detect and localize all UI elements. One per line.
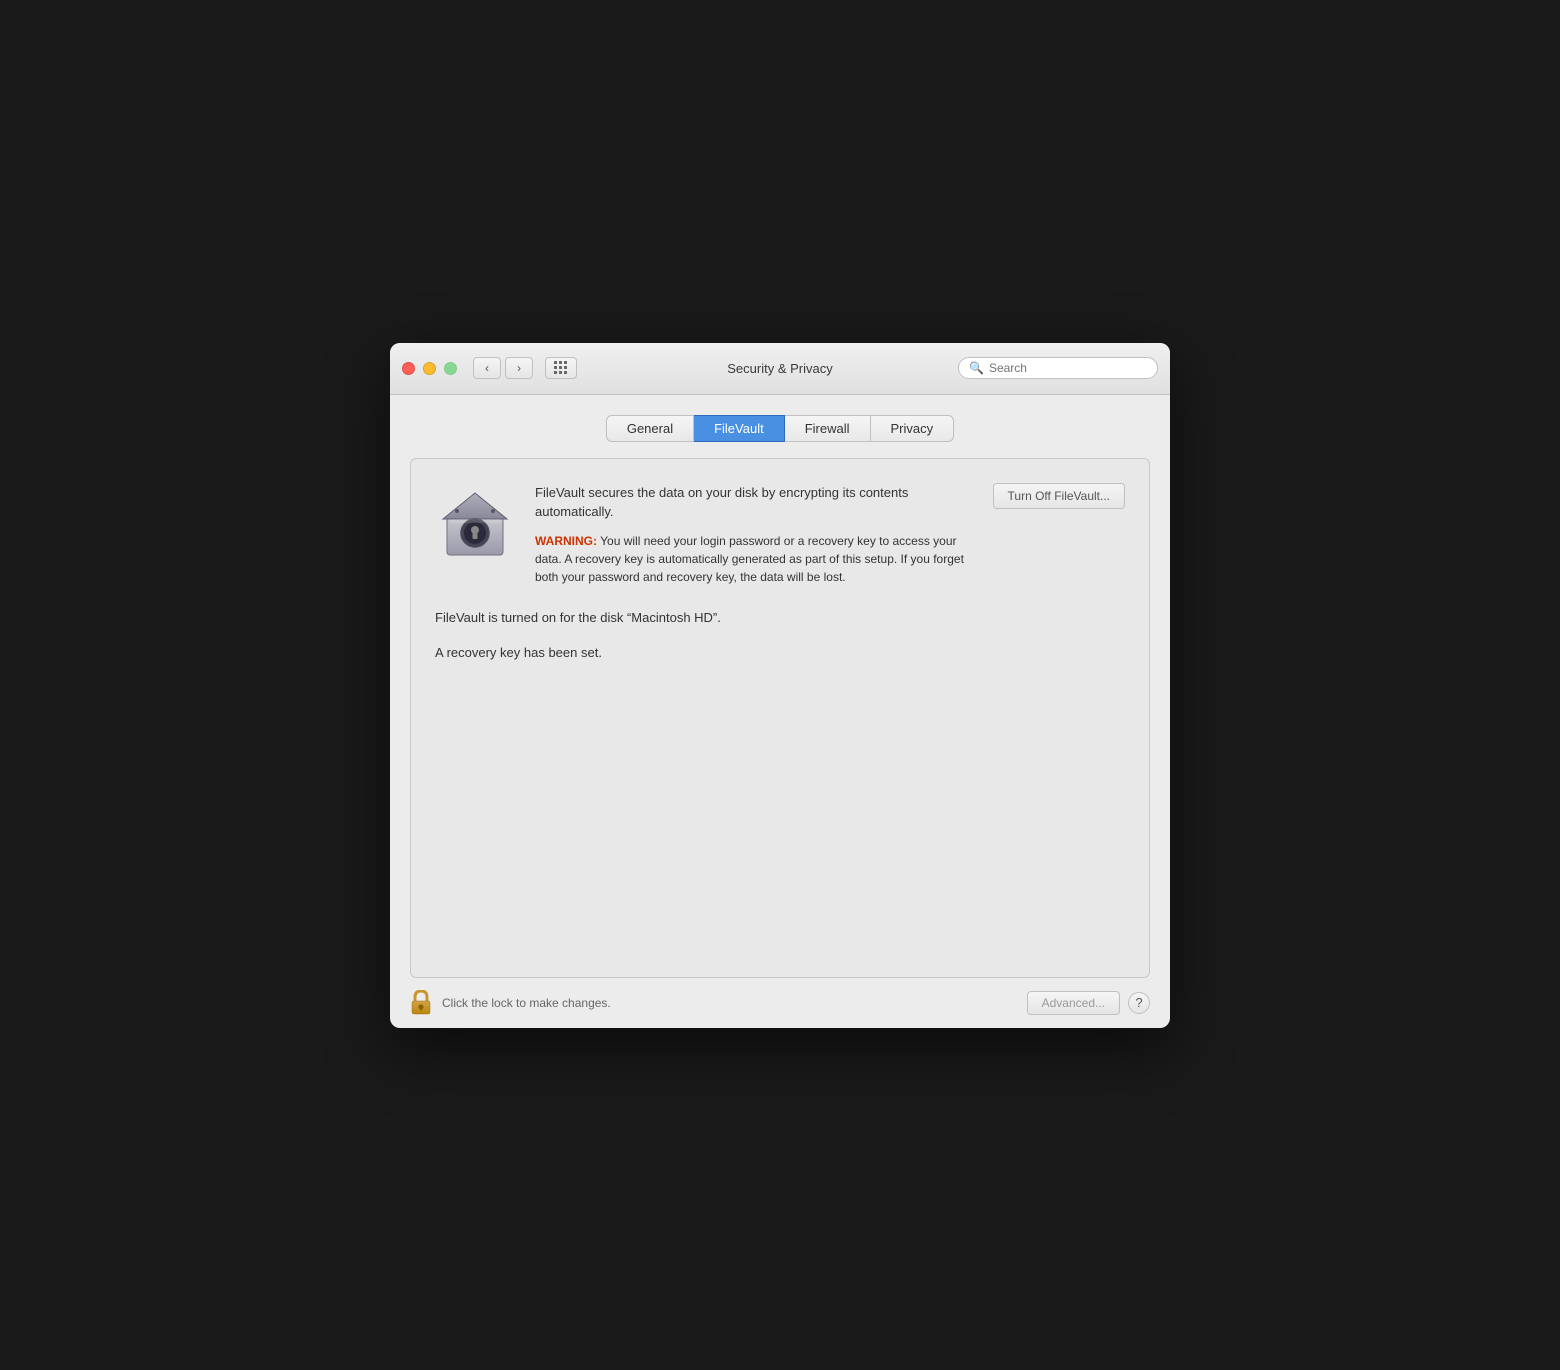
tab-firewall[interactable]: Firewall (785, 415, 871, 442)
bottom-right-controls: Advanced... ? (1027, 991, 1150, 1015)
show-all-button[interactable] (545, 357, 577, 379)
forward-icon: › (517, 361, 521, 375)
filevault-header: FileVault secures the data on your disk … (435, 483, 1125, 586)
maximize-button[interactable] (444, 362, 457, 375)
grid-icon (554, 361, 568, 375)
window-title: Security & Privacy (727, 361, 832, 376)
close-button[interactable] (402, 362, 415, 375)
filevault-disk-status: FileVault is turned on for the disk “Mac… (435, 610, 1125, 625)
search-box[interactable]: 🔍 (958, 357, 1158, 379)
titlebar: ‹ › Security & Privacy 🔍 (390, 343, 1170, 395)
nav-buttons: ‹ › (473, 357, 533, 379)
system-preferences-window: ‹ › Security & Privacy 🔍 General FileVau… (390, 343, 1170, 1028)
minimize-button[interactable] (423, 362, 436, 375)
turn-off-filevault-button[interactable]: Turn Off FileVault... (993, 483, 1125, 509)
help-button[interactable]: ? (1128, 992, 1150, 1014)
tab-privacy[interactable]: Privacy (871, 415, 955, 442)
filevault-icon (435, 483, 515, 563)
header-text-area: FileVault secures the data on your disk … (535, 483, 973, 586)
filevault-recovery-status: A recovery key has been set. (435, 645, 1125, 660)
filevault-description: FileVault secures the data on your disk … (535, 483, 973, 522)
warning-body: You will need your login password or a r… (535, 534, 964, 584)
traffic-lights (402, 362, 457, 375)
bottom-bar: Click the lock to make changes. Advanced… (390, 978, 1170, 1028)
forward-button[interactable]: › (505, 357, 533, 379)
back-icon: ‹ (485, 361, 489, 375)
search-icon: 🔍 (969, 361, 984, 375)
tab-filevault[interactable]: FileVault (694, 415, 785, 442)
main-content: General FileVault Firewall Privacy (390, 395, 1170, 978)
back-button[interactable]: ‹ (473, 357, 501, 379)
search-input[interactable] (989, 361, 1147, 375)
lock-status-text: Click the lock to make changes. (442, 996, 611, 1010)
advanced-button[interactable]: Advanced... (1027, 991, 1120, 1015)
filevault-panel: FileVault secures the data on your disk … (410, 458, 1150, 978)
tab-general[interactable]: General (606, 415, 694, 442)
lock-icon[interactable] (410, 990, 432, 1016)
tab-bar: General FileVault Firewall Privacy (410, 415, 1150, 442)
warning-label: WARNING: (535, 534, 597, 548)
warning-text: WARNING: You will need your login passwo… (535, 532, 973, 586)
